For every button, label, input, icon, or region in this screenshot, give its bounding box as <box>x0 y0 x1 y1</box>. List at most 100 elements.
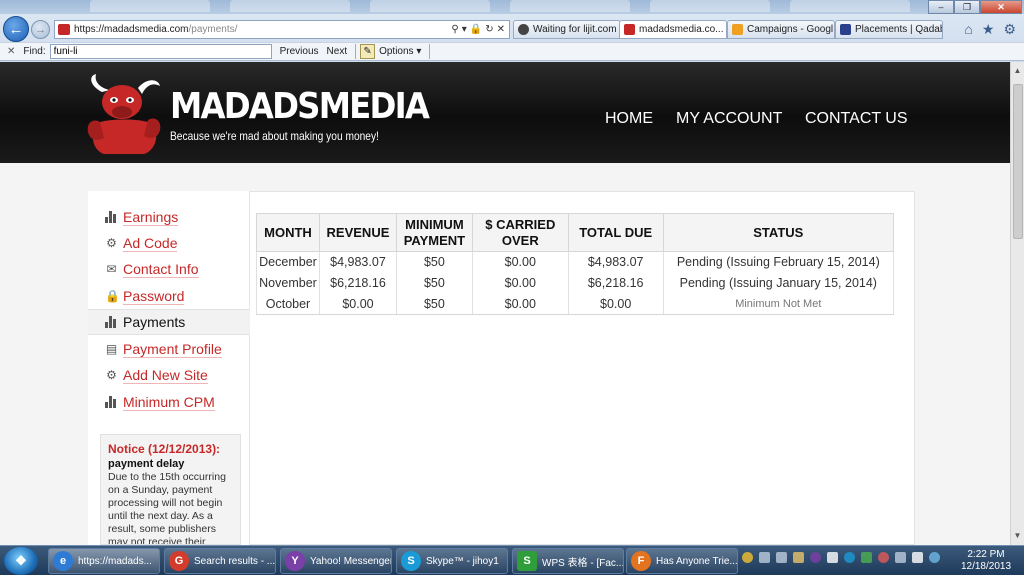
sidebar-item-add-new-site[interactable]: ⚙ Add New Site <box>88 362 250 388</box>
taskbar-item-wps[interactable]: S WPS 表格 - [Fac... <box>512 548 624 574</box>
sidebar-item-contact-info[interactable]: ✉ Contact Info <box>88 256 250 282</box>
minimize-button[interactable]: – <box>928 0 954 14</box>
taskbar-item-label: Has Anyone Trie... <box>656 555 738 567</box>
restore-button[interactable]: ❐ <box>954 0 980 14</box>
tray-app-icon[interactable] <box>878 552 889 563</box>
star-icon[interactable]: ★ <box>982 21 995 38</box>
nav-home-link[interactable]: HOME <box>605 110 653 128</box>
sidebar-item-label: Password <box>123 287 185 305</box>
site-header: MADADSMEDIA Because we're mad about maki… <box>0 62 1010 163</box>
glasses-icon <box>518 24 529 35</box>
sidebar-item-earnings[interactable]: Earnings <box>88 204 250 230</box>
taskbar-item-label: WPS 表格 - [Fac... <box>542 557 624 569</box>
bull-logo[interactable] <box>86 72 164 156</box>
column-header-status: STATUS <box>662 213 895 252</box>
column-header-carried-over: $ CARRIED OVER <box>471 213 569 252</box>
taskbar-item-label: Yahoo! Messenger <box>310 555 392 567</box>
scrollbar-thumb[interactable] <box>1013 84 1023 239</box>
sidebar-item-ad-code[interactable]: ⚙ Ad Code <box>88 230 250 256</box>
search-icon[interactable]: ⚲ <box>451 24 458 35</box>
bar-chart-icon <box>105 210 118 224</box>
tray-volume-icon[interactable] <box>776 552 787 563</box>
back-button[interactable]: ← <box>3 16 29 42</box>
scroll-down-icon[interactable]: ▼ <box>1011 529 1024 543</box>
close-find-icon[interactable]: ✕ <box>7 46 15 57</box>
close-icon[interactable]: ✕ <box>497 24 505 35</box>
tray-folder-icon[interactable] <box>793 552 804 563</box>
sidebar-item-minimum-cpm[interactable]: Minimum CPM <box>88 389 250 415</box>
chevron-down-icon[interactable]: ▾ <box>462 24 467 35</box>
find-next-button[interactable]: Next <box>327 46 348 57</box>
table-row: October $0.00 $50 $0.00 $0.00 Minimum No… <box>256 293 895 315</box>
taskbar-item-yahoo-messenger[interactable]: Y Yahoo! Messenger <box>280 548 392 574</box>
taskbar-item-firefox[interactable]: F Has Anyone Trie... <box>626 548 738 574</box>
notice-box: Notice (12/12/2013): payment delay Due t… <box>100 434 241 545</box>
taskbar-item-skype[interactable]: S Skype™ - jihoy1 <box>396 548 508 574</box>
notice-body: Due to the 15th occurring on a Sunday, p… <box>108 471 226 545</box>
ie-icon: e <box>53 551 73 571</box>
cell-month: November <box>256 272 320 294</box>
payments-table: MONTH REVENUE MINIMUM PAYMENT $ CARRIED … <box>256 213 895 315</box>
browser-tab-active[interactable]: madadsmedia.co... ✕ <box>619 20 727 39</box>
browser-tab[interactable]: Placements | Qadabra <box>835 20 943 39</box>
sidebar-item-payment-profile[interactable]: ▤ Payment Profile <box>88 336 250 362</box>
close-window-button[interactable]: ✕ <box>980 0 1022 14</box>
sidebar-item-password[interactable]: 🔒 Password <box>88 283 250 309</box>
lock-icon[interactable]: 🔒 <box>470 24 482 35</box>
address-url: https://madadsmedia.com/payments/ <box>74 24 238 35</box>
tray-chat-icon[interactable] <box>827 552 838 563</box>
refresh-icon[interactable]: ↻ <box>485 24 493 35</box>
chrome-icon: G <box>169 551 189 571</box>
tray-emoticon-icon[interactable] <box>742 552 753 563</box>
bar-chart-icon <box>105 395 118 409</box>
column-header-total-due: TOTAL DUE <box>567 213 664 252</box>
tray-sync-icon[interactable] <box>929 552 940 563</box>
tab-label: Campaigns - Googl... <box>747 24 835 35</box>
tray-chevron-icon[interactable] <box>759 552 770 563</box>
browser-tab[interactable]: Campaigns - Googl... <box>727 20 835 39</box>
qadabra-icon <box>840 24 851 35</box>
taskbar-item-chrome[interactable]: G Search results - ... <box>164 548 276 574</box>
sidebar-item-payments[interactable]: Payments <box>88 309 250 335</box>
page-scrollbar[interactable]: ▲ ▼ <box>1010 62 1024 545</box>
taskbar-item-label: Search results - ... <box>194 555 276 567</box>
nav-contact-us-link[interactable]: CONTACT US <box>805 110 908 128</box>
table-header-row: MONTH REVENUE MINIMUM PAYMENT $ CARRIED … <box>256 213 895 252</box>
find-bar: ✕ Find: Previous Next ✎ Options ▾ <box>0 42 1024 61</box>
nav-my-account-link[interactable]: MY ACCOUNT <box>676 110 782 128</box>
find-label: Find: <box>23 46 46 57</box>
tray-skype-icon[interactable] <box>844 552 855 563</box>
find-options-button[interactable]: Options ▾ <box>379 46 421 57</box>
forward-button[interactable]: → <box>31 20 50 39</box>
site-logo-text[interactable]: MADADSMEDIA <box>170 86 430 127</box>
find-input[interactable] <box>49 44 272 59</box>
cell-status: Pending (Issuing February 15, 2014) <box>662 251 895 273</box>
cell-minimum-payment: $50 <box>395 293 473 315</box>
gear-icon[interactable]: ⚙ <box>1003 21 1016 38</box>
start-button[interactable]: ❖ <box>4 547 38 575</box>
tray-messenger-icon[interactable] <box>810 552 821 563</box>
taskbar-item-ie[interactable]: e https://madads... <box>48 548 160 574</box>
find-previous-button[interactable]: Previous <box>280 46 319 57</box>
address-bar[interactable]: https://madadsmedia.com/payments/ ⚲ ▾ 🔒 … <box>54 20 510 39</box>
sidebar-item-label: Minimum CPM <box>123 393 215 411</box>
scroll-up-icon[interactable]: ▲ <box>1011 64 1024 78</box>
tray-shield-icon[interactable] <box>861 552 872 563</box>
tab-label: Waiting for lijit.com <box>533 24 617 35</box>
clock-time: 2:22 PM <box>967 549 1005 560</box>
site-tagline: Because we're mad about making you money… <box>170 129 379 143</box>
cell-total-due: $6,218.16 <box>567 272 664 294</box>
background-window-tab <box>650 0 770 12</box>
column-header-month: MONTH <box>256 213 320 252</box>
home-icon[interactable]: ⌂ <box>964 21 972 38</box>
tray-network-icon[interactable] <box>895 552 906 563</box>
tab-label: madadsmedia.co... <box>639 24 724 35</box>
gear-icon: ⚙ <box>106 367 117 382</box>
cell-total-due: $4,983.07 <box>567 251 664 273</box>
divider <box>429 44 431 59</box>
tray-flag-icon[interactable] <box>912 552 923 563</box>
cell-status: Minimum Not Met <box>662 293 895 315</box>
browser-tab[interactable]: Waiting for lijit.com <box>513 20 621 39</box>
cell-status: Pending (Issuing January 15, 2014) <box>662 272 895 294</box>
taskbar-clock[interactable]: 2:22 PM 12/18/2013 <box>955 549 1017 573</box>
